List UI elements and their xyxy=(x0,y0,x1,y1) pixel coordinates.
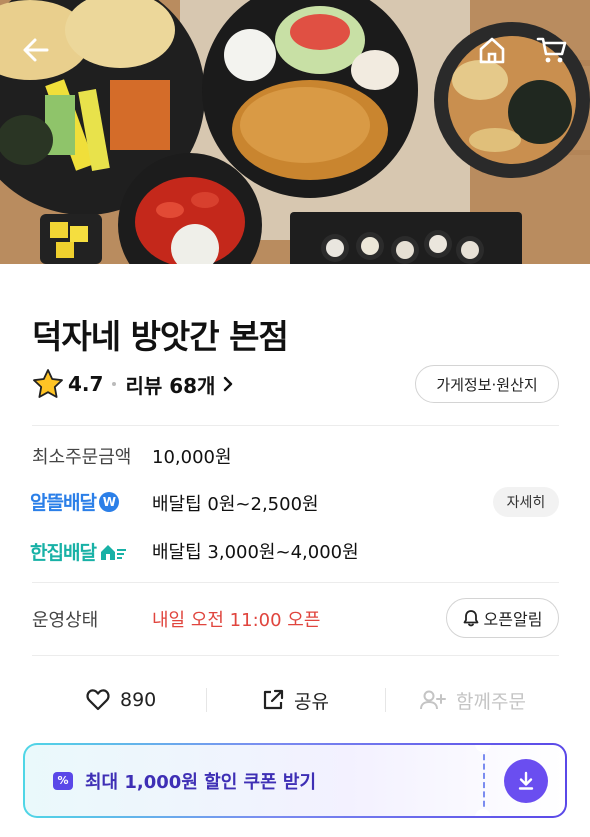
rating-row: 4.7 리뷰 68개 xyxy=(32,366,233,402)
heart-icon xyxy=(86,689,110,711)
hanjip-label: 한집배달 xyxy=(30,542,97,564)
share-button[interactable]: 공유 xyxy=(262,680,329,720)
coupon-dashed-divider xyxy=(483,745,485,816)
separator-dot xyxy=(112,382,117,386)
coupon-notch xyxy=(475,809,491,816)
download-icon xyxy=(518,771,534,790)
store-info-button[interactable]: 가게정보·원산지 xyxy=(415,365,559,403)
action-separator xyxy=(385,688,386,712)
percent-badge-icon: % xyxy=(53,771,73,790)
won-badge-icon: W xyxy=(98,491,119,512)
coupon-label: 최대 1,000원 할인 쿠폰 받기 xyxy=(85,771,317,793)
open-alarm-label: 오픈알림 xyxy=(483,610,543,629)
action-separator xyxy=(206,688,207,712)
hanjip-delivery-logo: 한집배달 xyxy=(30,538,128,565)
home-button[interactable] xyxy=(472,30,512,70)
open-alarm-button[interactable]: 오픈알림 xyxy=(446,598,559,638)
coupon-body: % 최대 1,000원 할인 쿠폰 받기 xyxy=(25,745,565,816)
divider xyxy=(32,582,559,583)
alddeul-tip: 배달팁 0원~2,500원 xyxy=(152,494,319,515)
group-order-label: 함께주문 xyxy=(456,690,526,713)
rating-value: 4.7 xyxy=(68,372,104,396)
store-name: 덕자네 방앗간 본점 xyxy=(32,317,289,356)
review-link[interactable]: 리뷰 68개 xyxy=(125,370,233,399)
share-label: 공유 xyxy=(294,690,329,713)
bell-icon xyxy=(463,610,478,627)
back-arrow-icon xyxy=(23,38,49,62)
delivery-detail-button[interactable]: 자세히 xyxy=(493,487,559,517)
like-button[interactable]: 890 xyxy=(86,680,156,720)
coupon-banner: % 최대 1,000원 할인 쿠폰 받기 xyxy=(23,743,567,818)
back-button[interactable] xyxy=(16,30,56,70)
coupon-download-button[interactable] xyxy=(504,759,548,803)
add-person-icon xyxy=(420,690,446,710)
status-value: 내일 오전 11:00 오픈 xyxy=(152,610,321,631)
cart-icon xyxy=(536,37,567,63)
store-hero-photo xyxy=(0,0,590,264)
review-count: 리뷰 68개 xyxy=(125,373,216,398)
alddeul-delivery-logo: 알뜰배달 W xyxy=(30,488,119,515)
cart-button[interactable] xyxy=(532,30,572,70)
share-icon xyxy=(263,689,284,710)
group-order-button[interactable]: 함께주문 xyxy=(420,680,526,720)
divider xyxy=(32,425,559,426)
chevron-right-icon xyxy=(224,376,233,392)
alddeul-label: 알뜰배달 xyxy=(30,492,97,514)
status-label: 운영상태 xyxy=(32,610,99,631)
hanjip-tip: 배달팁 3,000원~4,000원 xyxy=(152,542,359,563)
home-icon xyxy=(479,37,505,64)
min-order-value: 10,000원 xyxy=(152,447,232,468)
like-count: 890 xyxy=(120,689,157,711)
star-icon xyxy=(33,369,63,398)
divider xyxy=(32,655,559,656)
house-speed-icon xyxy=(100,544,126,560)
coupon-notch xyxy=(475,745,491,752)
min-order-label: 최소주문금액 xyxy=(32,447,132,468)
coupon-get-button[interactable]: % 최대 1,000원 할인 쿠폰 받기 xyxy=(53,745,316,816)
